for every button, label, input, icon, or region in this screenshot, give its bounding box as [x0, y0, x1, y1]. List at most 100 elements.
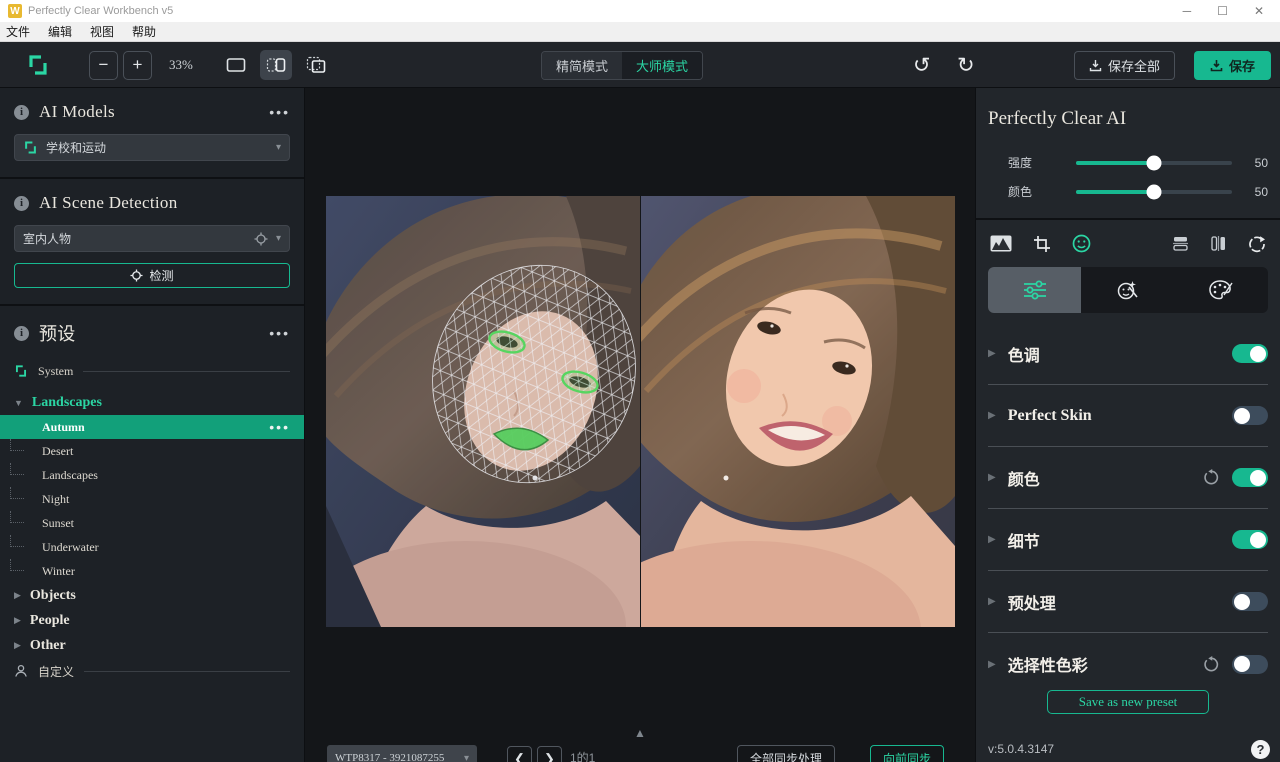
- undo-icon: ↺: [913, 53, 931, 77]
- flip-horizontal-icon[interactable]: [1210, 235, 1227, 252]
- image-after[interactable]: [641, 196, 955, 627]
- histogram-icon[interactable]: [990, 235, 1012, 252]
- window-title: Perfectly Clear Workbench v5: [28, 5, 174, 17]
- chevron-right-icon: ▶: [988, 658, 996, 670]
- selective-color-toggle[interactable]: [1232, 654, 1268, 674]
- preset-item-landscapes[interactable]: Landscapes: [0, 463, 304, 487]
- save-as-preset-button[interactable]: Save as new preset: [1047, 690, 1209, 714]
- chevron-right-icon: ▶: [988, 596, 996, 607]
- preset-item-winter[interactable]: Winter: [0, 559, 304, 583]
- zoom-out-button[interactable]: −: [89, 50, 118, 80]
- chevron-left-icon: ❮: [514, 750, 525, 762]
- sync-all-button[interactable]: 全部同步处理: [737, 745, 836, 762]
- menu-help[interactable]: 帮助: [132, 23, 156, 40]
- section-perfect-skin[interactable]: ▶ Perfect Skin: [988, 385, 1268, 447]
- preset-item-night[interactable]: Night: [0, 487, 304, 511]
- crop-icon[interactable]: [1033, 235, 1051, 253]
- next-image-button[interactable]: ❯: [537, 746, 562, 762]
- preset-item-sunset[interactable]: Sunset: [0, 511, 304, 535]
- tab-color-palette[interactable]: [1175, 267, 1268, 313]
- menu-edit[interactable]: 编辑: [48, 23, 72, 40]
- section-preprocess[interactable]: ▶ 预处理: [988, 571, 1268, 633]
- mode-master-tab[interactable]: 大师模式: [622, 51, 703, 79]
- minimize-button[interactable]: ─: [1183, 5, 1192, 17]
- app-icon: W: [8, 4, 22, 18]
- tab-adjustments[interactable]: [988, 267, 1082, 313]
- rotate-icon[interactable]: [1248, 235, 1266, 253]
- undo-button[interactable]: ↺: [913, 50, 931, 80]
- preset-group-objects[interactable]: ▶ Objects: [0, 583, 304, 608]
- zoom-in-button[interactable]: +: [123, 50, 152, 80]
- save-all-button[interactable]: 保存全部: [1074, 50, 1176, 80]
- flip-vertical-icon[interactable]: [1172, 235, 1189, 252]
- tab-face-retouch[interactable]: [1081, 267, 1174, 313]
- detect-button[interactable]: 检测: [14, 263, 290, 288]
- download-icon: [1089, 59, 1102, 71]
- film-bar: WTP8317 - 3921087255 ▾ ❮ ❯ 1的1 全部同步处理 向前…: [305, 739, 975, 762]
- chevron-right-icon: ▶: [988, 534, 996, 545]
- chevron-down-icon: ▾: [275, 233, 281, 244]
- help-button[interactable]: ?: [1251, 740, 1270, 759]
- redo-button[interactable]: ↻: [957, 50, 975, 80]
- preset-item-desert[interactable]: Desert: [0, 439, 304, 463]
- slider-thumb[interactable]: [1146, 184, 1162, 199]
- filmstrip-expander-icon[interactable]: ▲: [634, 726, 646, 740]
- presets-system-row[interactable]: System: [0, 358, 304, 384]
- details-toggle[interactable]: [1232, 530, 1268, 549]
- user-icon: [15, 664, 27, 677]
- preset-item-underwater[interactable]: Underwater: [0, 535, 304, 559]
- section-color[interactable]: ▶ 颜色: [988, 447, 1268, 509]
- compare-view-icon: [306, 56, 326, 73]
- preset-group-other[interactable]: ▶ Other: [0, 633, 304, 658]
- app-logo-icon: [26, 50, 50, 80]
- strength-slider-label: 强度: [1008, 156, 1033, 170]
- color-toggle[interactable]: [1232, 468, 1268, 487]
- chevron-collapsed-icon: ▶: [14, 590, 21, 600]
- compare-view-button[interactable]: [300, 50, 332, 80]
- strength-slider[interactable]: [1076, 155, 1232, 170]
- detect-target-icon: [130, 269, 144, 282]
- menu-file[interactable]: 文件: [6, 23, 30, 40]
- section-tone[interactable]: ▶ 色调: [988, 323, 1268, 385]
- menu-view[interactable]: 视图: [90, 23, 114, 40]
- preset-item-autumn[interactable]: Autumn •••: [0, 415, 304, 439]
- adjustment-tabbar: [988, 267, 1268, 313]
- single-view-button[interactable]: [220, 50, 252, 80]
- preset-group-people[interactable]: ▶ People: [0, 608, 304, 633]
- save-button[interactable]: 保存: [1194, 50, 1272, 80]
- split-view-icon: [266, 58, 286, 72]
- split-view-button[interactable]: [260, 50, 292, 80]
- sync-forward-button[interactable]: 向前同步: [870, 745, 945, 762]
- chevron-down-icon: ▾: [275, 142, 281, 153]
- ai-model-dropdown[interactable]: 学校和运动 ▾: [14, 134, 290, 161]
- info-icon[interactable]: i: [14, 325, 29, 341]
- color-slider[interactable]: [1076, 184, 1232, 199]
- maximize-button[interactable]: ☐: [1217, 5, 1228, 17]
- previous-image-button[interactable]: ❮: [507, 746, 532, 762]
- reset-icon[interactable]: [1203, 469, 1220, 486]
- perfect-skin-toggle[interactable]: [1232, 406, 1268, 425]
- info-icon[interactable]: i: [14, 104, 29, 120]
- plus-icon: +: [132, 55, 143, 74]
- info-icon[interactable]: i: [14, 195, 29, 211]
- strength-slider-value: 50: [1254, 155, 1268, 170]
- single-view-icon: [226, 58, 246, 72]
- close-button[interactable]: ✕: [1254, 5, 1264, 17]
- reset-icon[interactable]: [1203, 655, 1220, 673]
- tone-toggle[interactable]: [1232, 344, 1268, 363]
- zoom-level: 33%: [169, 57, 193, 72]
- file-selector-dropdown[interactable]: WTP8317 - 3921087255 ▾: [327, 745, 477, 762]
- section-details[interactable]: ▶ 细节: [988, 509, 1268, 571]
- image-before[interactable]: [326, 196, 640, 627]
- preprocess-toggle[interactable]: [1232, 592, 1268, 611]
- face-detect-icon[interactable]: [1072, 234, 1091, 253]
- ai-scene-title: AI Scene Detection: [39, 193, 178, 212]
- section-selective-color[interactable]: ▶ 选择性色彩: [988, 633, 1268, 695]
- slider-thumb[interactable]: [1146, 155, 1162, 170]
- presets-custom-row[interactable]: 自定义: [0, 658, 304, 684]
- panel-title: Perfectly Clear AI: [988, 108, 1127, 129]
- scene-dropdown[interactable]: 室内人物 ▾: [14, 225, 290, 252]
- preset-group-landscapes[interactable]: ▼ Landscapes: [0, 390, 304, 415]
- chevron-collapsed-icon: ▶: [14, 615, 21, 625]
- mode-simple-tab[interactable]: 精简模式: [542, 51, 623, 79]
